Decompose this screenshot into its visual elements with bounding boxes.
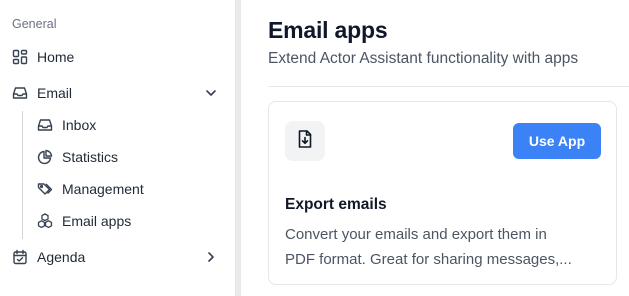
grid-icon — [11, 48, 29, 66]
sidebar-item-management[interactable]: Management — [36, 175, 226, 203]
sidebar-item-label: Statistics — [62, 149, 119, 165]
sidebar-item-label: Agenda — [37, 249, 86, 265]
app-description-line: PDF format. Great for sharing messages,.… — [285, 251, 572, 268]
pie-chart-icon — [36, 148, 54, 166]
app-description-line: Convert your emails and export them in — [285, 226, 547, 243]
sidebar-item-label: Inbox — [62, 117, 97, 133]
sidebar-item-label: Home — [37, 49, 75, 65]
app-card: Use App Export emails Convert your email… — [268, 101, 617, 285]
file-download-icon — [295, 129, 315, 154]
page-subtitle: Extend Actor Assistant functionality wit… — [268, 50, 579, 67]
sidebar-item-statistics[interactable]: Statistics — [36, 143, 226, 171]
sidebar-item-inbox[interactable]: Inbox — [36, 111, 226, 139]
calendar-check-icon — [11, 248, 29, 266]
subnav-rail — [22, 111, 23, 239]
sidebar-item-label: Management — [62, 181, 144, 197]
app-title: Export emails — [285, 196, 387, 213]
sidebar-item-email[interactable]: Email — [0, 79, 232, 107]
sidebar-item-label: Email — [37, 85, 73, 101]
sidebar-section-label: General — [12, 17, 57, 31]
cubes-icon — [36, 212, 54, 230]
sidebar-item-home[interactable]: Home — [0, 43, 232, 71]
app-description: Convert your emails and export them in P… — [285, 222, 605, 272]
page-title: Email apps — [268, 17, 388, 43]
use-app-button[interactable]: Use App — [513, 123, 601, 159]
app-icon-box — [285, 121, 325, 161]
main-content: Email apps Extend Actor Assistant functi… — [242, 0, 629, 296]
sidebar-item-email-apps[interactable]: Email apps — [36, 207, 226, 235]
inbox-tray-icon — [36, 116, 54, 134]
tags-icon — [36, 180, 54, 198]
chevron-right-icon[interactable] — [202, 248, 220, 266]
chevron-down-icon[interactable] — [202, 84, 220, 102]
header-divider — [268, 86, 629, 87]
sidebar: General Home Email Inbox Statistics Mana… — [0, 0, 241, 296]
inbox-tray-icon — [11, 84, 29, 102]
sidebar-item-label: Email apps — [62, 213, 132, 229]
sidebar-item-agenda[interactable]: Agenda — [0, 243, 232, 271]
